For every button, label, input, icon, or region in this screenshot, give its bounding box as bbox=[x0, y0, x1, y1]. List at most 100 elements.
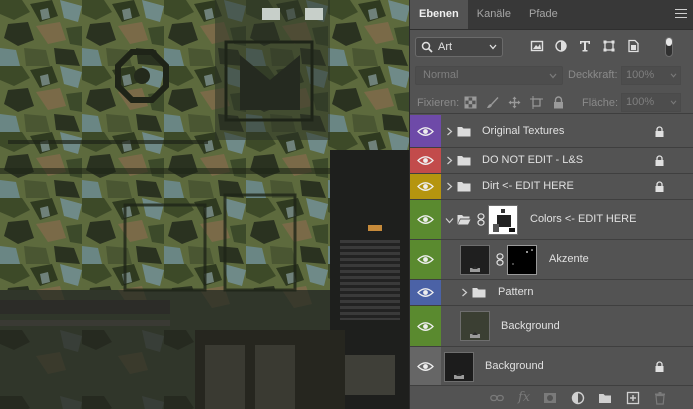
layer-filter-row: Art bbox=[410, 35, 693, 59]
fill-value: 100% bbox=[626, 96, 655, 108]
layer-thumbnail[interactable] bbox=[460, 311, 490, 341]
layer-row-pattern[interactable]: Pattern bbox=[410, 280, 693, 306]
layer-color-label[interactable] bbox=[410, 148, 441, 173]
chevron-right-icon[interactable] bbox=[461, 288, 468, 297]
new-group-icon[interactable] bbox=[598, 391, 612, 405]
mask-image bbox=[508, 246, 536, 274]
layer-name: Original Textures bbox=[482, 125, 565, 137]
opacity-input[interactable]: 100% bbox=[621, 66, 681, 85]
panel-tabs: Ebenen Kanäle Pfade bbox=[410, 0, 693, 30]
lock-icon bbox=[655, 181, 664, 192]
chevron-right-icon[interactable] bbox=[446, 182, 453, 191]
tab-paths[interactable]: Pfade bbox=[520, 0, 567, 29]
document-canvas[interactable] bbox=[0, 0, 409, 409]
eye-icon[interactable] bbox=[417, 254, 434, 265]
layer-row-background-colored[interactable]: Background bbox=[410, 306, 693, 347]
fx-icon[interactable]: fx bbox=[518, 390, 530, 405]
layer-name: Dirt <- EDIT HERE bbox=[482, 180, 574, 192]
chevron-down-icon bbox=[670, 73, 677, 78]
layer-mask-thumbnail[interactable] bbox=[488, 205, 518, 235]
layer-thumbnail[interactable] bbox=[460, 245, 490, 275]
fill-label: Fläche: bbox=[582, 97, 619, 109]
filter-kind-value: Art bbox=[438, 41, 453, 53]
eye-icon[interactable] bbox=[417, 321, 434, 332]
filter-toggle-switch[interactable] bbox=[665, 37, 673, 57]
layer-name: Colors <- EDIT HERE bbox=[530, 213, 637, 225]
layer-name: Background bbox=[501, 320, 560, 332]
layer-thumbnail-image bbox=[461, 246, 489, 274]
type-filter-icon[interactable] bbox=[578, 39, 592, 53]
lock-label: Fixieren: bbox=[417, 97, 460, 109]
chevron-right-icon[interactable] bbox=[446, 127, 453, 136]
add-mask-icon[interactable] bbox=[543, 391, 557, 405]
mask-image bbox=[489, 206, 517, 234]
layer-row-dirt[interactable]: Dirt <- EDIT HERE bbox=[410, 174, 693, 200]
chevron-down-icon[interactable] bbox=[445, 217, 454, 224]
adjustment-layer-icon[interactable] bbox=[571, 391, 585, 405]
eye-icon[interactable] bbox=[417, 214, 434, 225]
layer-name: Akzente bbox=[549, 253, 589, 265]
opacity-value: 100% bbox=[626, 69, 655, 81]
link-icon[interactable] bbox=[496, 253, 504, 266]
folder-icon bbox=[457, 182, 471, 192]
lock-icon bbox=[655, 361, 664, 372]
folder-icon bbox=[472, 288, 486, 298]
layer-color-label[interactable] bbox=[410, 347, 441, 386]
layer-row-do-not-edit[interactable]: DO NOT EDIT - L&S bbox=[410, 148, 693, 174]
layer-mask-thumbnail[interactable] bbox=[507, 245, 537, 275]
layer-color-label[interactable] bbox=[410, 240, 441, 279]
layer-row-colors[interactable]: Colors <- EDIT HERE bbox=[410, 200, 693, 240]
opacity-label: Deckkraft: bbox=[568, 69, 618, 81]
layer-row-akzente[interactable]: Akzente bbox=[410, 240, 693, 280]
image-filter-icon[interactable] bbox=[530, 39, 544, 53]
tab-channels[interactable]: Kanäle bbox=[468, 0, 520, 29]
smartobject-filter-icon[interactable] bbox=[626, 39, 640, 53]
layer-color-label[interactable] bbox=[410, 306, 441, 346]
layer-color-label[interactable] bbox=[410, 200, 441, 239]
link-layers-icon[interactable] bbox=[490, 391, 504, 405]
eye-icon[interactable] bbox=[417, 181, 434, 192]
link-icon[interactable] bbox=[477, 213, 485, 226]
fill-input[interactable]: 100% bbox=[621, 93, 681, 112]
eye-icon[interactable] bbox=[417, 361, 434, 372]
layers-list: Original Textures DO NOT EDIT - L&S Dirt… bbox=[410, 115, 693, 387]
layer-thumbnail-image bbox=[445, 353, 473, 381]
layer-row-background-locked[interactable]: Background bbox=[410, 347, 693, 387]
adjustment-filter-icon[interactable] bbox=[554, 39, 568, 53]
lock-image-icon[interactable] bbox=[486, 96, 499, 109]
lock-transparent-icon[interactable] bbox=[464, 96, 477, 109]
chevron-down-icon bbox=[670, 100, 677, 105]
blend-row: Normal Deckkraft: 100% bbox=[410, 64, 693, 86]
lock-icon bbox=[655, 126, 664, 137]
lock-all-icon[interactable] bbox=[552, 96, 565, 109]
layer-name: DO NOT EDIT - L&S bbox=[482, 154, 584, 166]
layer-thumbnail-image bbox=[461, 312, 489, 340]
folder-icon bbox=[457, 156, 471, 166]
eye-icon[interactable] bbox=[417, 126, 434, 137]
lock-position-icon[interactable] bbox=[508, 96, 521, 109]
lock-icon bbox=[655, 155, 664, 166]
tab-layers[interactable]: Ebenen bbox=[410, 0, 468, 29]
folder-open-icon bbox=[457, 215, 471, 225]
search-icon bbox=[421, 41, 433, 53]
layer-row-original-textures[interactable]: Original Textures bbox=[410, 115, 693, 148]
chevron-down-icon bbox=[549, 73, 557, 79]
blend-mode-value: Normal bbox=[423, 69, 459, 81]
chevron-down-icon bbox=[489, 44, 497, 50]
layer-color-label[interactable] bbox=[410, 280, 441, 305]
layer-color-label[interactable] bbox=[410, 115, 441, 147]
layer-name: Pattern bbox=[498, 286, 534, 298]
new-layer-icon[interactable] bbox=[626, 391, 640, 405]
layer-color-label[interactable] bbox=[410, 174, 441, 199]
layers-panel: Ebenen Kanäle Pfade Art Normal Deckkraft… bbox=[409, 0, 693, 409]
panel-menu-icon[interactable] bbox=[675, 9, 687, 21]
blend-mode-dropdown[interactable]: Normal bbox=[415, 66, 563, 85]
eye-icon[interactable] bbox=[417, 155, 434, 166]
layer-thumbnail[interactable] bbox=[444, 352, 474, 382]
filter-kind-dropdown[interactable]: Art bbox=[415, 37, 503, 57]
chevron-right-icon[interactable] bbox=[446, 156, 453, 165]
lock-artboard-icon[interactable] bbox=[530, 96, 543, 109]
eye-icon[interactable] bbox=[417, 287, 434, 298]
trash-icon[interactable] bbox=[653, 391, 667, 405]
shape-filter-icon[interactable] bbox=[602, 39, 616, 53]
